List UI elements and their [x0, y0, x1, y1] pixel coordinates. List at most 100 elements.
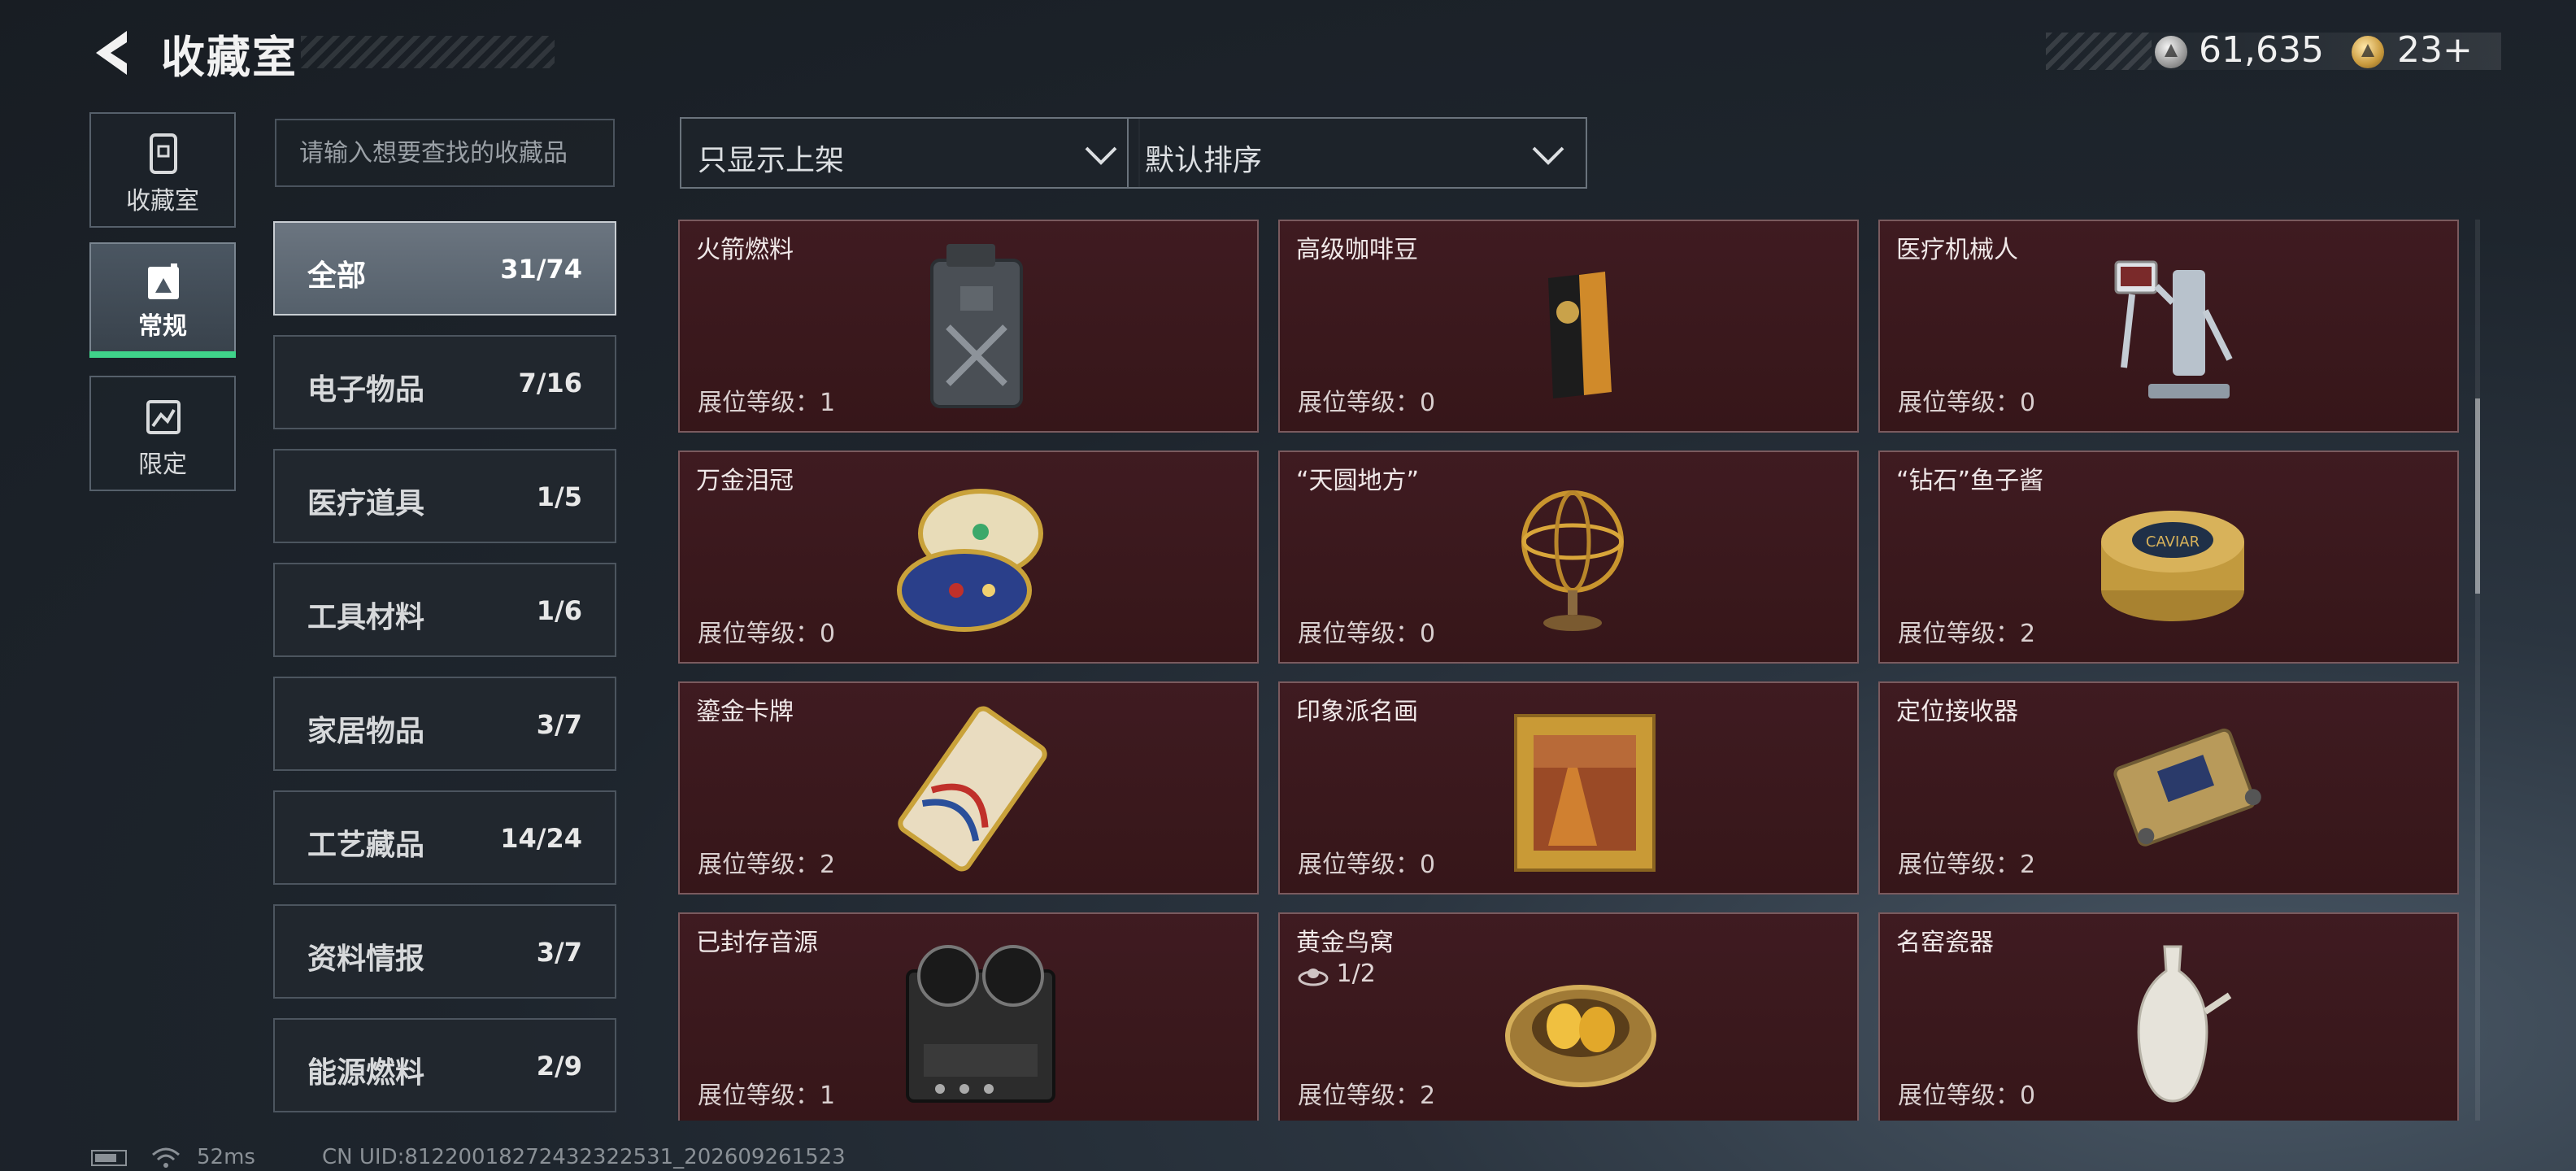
- category-electronics[interactable]: 电子物品 7/16: [273, 335, 616, 429]
- silver-currency-amount: 61,635: [2199, 29, 2324, 71]
- category-name: 全部: [307, 259, 367, 293]
- receiver-device-icon: [2113, 728, 2261, 847]
- fuel-jerrycan-icon: [930, 244, 1023, 408]
- category-name: 资料情报: [307, 942, 425, 976]
- gold-coin-icon: [2352, 36, 2384, 68]
- title-decoration: [301, 36, 555, 68]
- collection-card-medical-robot[interactable]: 医疗机械人 展位等级：0: [1878, 220, 2459, 433]
- item-level: 展位等级：0: [698, 620, 836, 648]
- battery-icon: [91, 1150, 127, 1166]
- shelf-filter-dropdown[interactable]: 只显示上架: [680, 117, 1140, 189]
- item-level: 展位等级：2: [698, 851, 836, 879]
- gold-currency-amount[interactable]: 23+: [2397, 29, 2473, 71]
- collection-card-rocket-fuel[interactable]: 火箭燃料 展位等级：1: [678, 220, 1259, 433]
- chevron-down-icon: [1085, 146, 1117, 165]
- porcelain-vase-icon: [2137, 945, 2232, 1103]
- golden-nest-icon: [1505, 985, 1656, 1087]
- item-level: 展位等级：1: [698, 1082, 836, 1110]
- collection-card-jeweled-crown[interactable]: 万金泪冠 展位等级：0: [678, 451, 1259, 664]
- category-crafts[interactable]: 工艺藏品 14/24: [273, 790, 616, 885]
- item-level: 展位等级：0: [1298, 851, 1436, 879]
- rail-tab-label: 收藏室: [126, 187, 199, 215]
- rail-tab-regular[interactable]: 常规: [89, 242, 236, 353]
- item-name: 医疗机械人: [1896, 236, 2018, 264]
- collection-card-armillary[interactable]: “天圆地方” 展位等级：0: [1278, 451, 1859, 664]
- collection-search-input[interactable]: [275, 119, 615, 187]
- rail-tab-collection-room[interactable]: 收藏室: [89, 112, 236, 228]
- chevron-down-icon: [1532, 146, 1564, 165]
- wifi-icon: [152, 1147, 180, 1168]
- sort-dropdown[interactable]: 默认排序: [1127, 117, 1587, 189]
- category-name: 工具材料: [307, 601, 425, 634]
- caviar-tin-label: CAVIAR: [2146, 533, 2200, 551]
- item-name: 定位接收器: [1896, 698, 2018, 726]
- active-tab-indicator: [89, 351, 236, 358]
- nest-progress: 1/2: [1298, 960, 1376, 988]
- caviar-tin-icon: CAVIAR: [2101, 511, 2244, 621]
- grid-scrollbar-track[interactable]: [2475, 220, 2480, 1121]
- collection-card-caviar[interactable]: “钻石”鱼子酱 CAVIAR 展位等级：2: [1878, 451, 2459, 664]
- limited-icon: [146, 400, 181, 434]
- item-level: 展位等级：2: [1898, 851, 2036, 879]
- armillary-sphere-icon: [1521, 490, 1624, 631]
- category-count: 2/9: [536, 1051, 582, 1082]
- nest-progress-value: 1/2: [1336, 960, 1376, 988]
- jeweled-egg-icon: [897, 489, 1043, 632]
- back-arrow-icon[interactable]: [88, 26, 137, 80]
- ping-latency: 52ms: [197, 1145, 255, 1169]
- item-name: 鎏金卡牌: [696, 698, 794, 726]
- item-name: 万金泪冠: [696, 467, 794, 495]
- category-energy[interactable]: 能源燃料 2/9: [273, 1018, 616, 1112]
- collection-card-coffee-beans[interactable]: 高级咖啡豆 展位等级：0: [1278, 220, 1859, 433]
- item-name: “钻石”鱼子酱: [1896, 467, 2044, 495]
- collection-card-receiver[interactable]: 定位接收器 展位等级：2: [1878, 681, 2459, 895]
- category-name: 能源燃料: [307, 1056, 425, 1090]
- item-name: “天圆地方”: [1296, 467, 1420, 495]
- user-uid: CN UID:81220018272432322531_202609261523: [322, 1145, 846, 1169]
- collection-card-golden-nest[interactable]: 黄金鸟窝 1/2 展位等级：2: [1278, 912, 1859, 1121]
- medical-robot-icon: [2114, 260, 2233, 398]
- category-tools[interactable]: 工具材料 1/6: [273, 563, 616, 657]
- category-household[interactable]: 家居物品 3/7: [273, 677, 616, 771]
- item-level: 展位等级：2: [1898, 620, 2036, 648]
- category-count: 3/7: [536, 709, 582, 740]
- collection-card-porcelain[interactable]: 名窑瓷器 展位等级：0: [1878, 912, 2459, 1121]
- category-name: 家居物品: [307, 715, 425, 748]
- collection-card-gilded-card[interactable]: 鎏金卡牌 展位等级：2: [678, 681, 1259, 895]
- category-count: 31/74: [500, 254, 582, 285]
- item-name: 黄金鸟窝: [1296, 929, 1394, 957]
- item-level: 展位等级：0: [1298, 620, 1436, 648]
- rail-tab-label: 常规: [138, 312, 187, 341]
- collection-grid: 火箭燃料 展位等级：1 高级咖啡豆 展位等级：0 医疗机械人 展位等级：0 万金: [678, 220, 2461, 1121]
- coffee-bag-icon: [1548, 272, 1612, 398]
- rail-tab-label: 限定: [138, 451, 187, 479]
- collection-card-painting[interactable]: 印象派名画 展位等级：0: [1278, 681, 1859, 895]
- item-name: 名窑瓷器: [1896, 929, 1994, 957]
- category-count: 7/16: [518, 368, 582, 398]
- category-name: 工艺藏品: [307, 829, 425, 862]
- category-count: 1/6: [536, 595, 582, 626]
- regular-icon: [148, 263, 179, 299]
- category-medical[interactable]: 医疗道具 1/5: [273, 449, 616, 543]
- nest-icon: [1298, 968, 1329, 986]
- category-count: 14/24: [500, 823, 582, 854]
- category-count: 3/7: [536, 937, 582, 968]
- item-level: 展位等级：2: [1298, 1082, 1436, 1110]
- item-level: 展位等级：0: [1898, 1082, 2036, 1110]
- sort-value: 默认排序: [1145, 144, 1263, 177]
- item-level: 展位等级：0: [1298, 389, 1436, 417]
- item-level: 展位等级：1: [698, 389, 836, 417]
- grid-scrollbar-thumb[interactable]: [2475, 398, 2480, 594]
- category-name: 电子物品: [307, 373, 425, 407]
- collection-room-icon: [150, 133, 177, 174]
- category-intel[interactable]: 资料情报 3/7: [273, 904, 616, 999]
- category-count: 1/5: [536, 481, 582, 512]
- category-name: 医疗道具: [307, 487, 425, 520]
- rail-tab-limited[interactable]: 限定: [89, 376, 236, 491]
- collection-card-sealed-audio[interactable]: 已封存音源 展位等级：1: [678, 912, 1259, 1121]
- item-name: 已封存音源: [696, 929, 818, 957]
- gilded-card-icon: [898, 706, 1047, 872]
- currency-decoration: [2046, 33, 2152, 70]
- category-all[interactable]: 全部 31/74: [273, 221, 616, 316]
- shelf-filter-value: 只显示上架: [698, 144, 845, 177]
